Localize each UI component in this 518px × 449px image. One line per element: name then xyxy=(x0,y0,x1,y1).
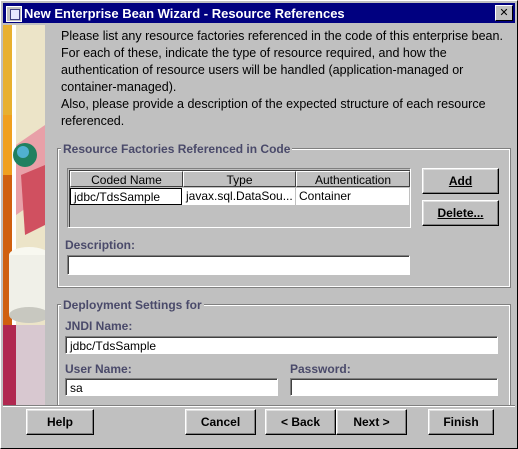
intro-line: Also, please provide a description of th… xyxy=(61,97,486,111)
wizard-window: New Enterprise Bean Wizard - Resource Re… xyxy=(0,0,518,449)
title-bar[interactable]: New Enterprise Bean Wizard - Resource Re… xyxy=(3,3,515,23)
close-icon[interactable]: ✕ xyxy=(495,5,513,21)
column-header-authentication[interactable]: Authentication xyxy=(296,171,410,187)
window-title: New Enterprise Bean Wizard - Resource Re… xyxy=(24,6,345,21)
table-row[interactable]: jdbc/TdsSample javax.sql.DataSou... Cont… xyxy=(70,188,410,205)
jndi-name-label: JNDI Name: xyxy=(65,319,133,333)
delete-button[interactable]: Delete... xyxy=(422,200,499,226)
intro-line: referenced. xyxy=(61,114,125,128)
password-field[interactable] xyxy=(290,378,498,396)
description-label: Description: xyxy=(65,238,136,252)
user-name-field[interactable]: sa xyxy=(65,378,278,396)
window-app-icon[interactable] xyxy=(6,6,22,22)
deployment-settings-title: Deployment Settings for xyxy=(61,298,204,312)
column-header-type[interactable]: Type xyxy=(183,171,296,187)
intro-line: container-managed). xyxy=(61,80,177,94)
cell-authentication[interactable]: Container xyxy=(296,188,410,205)
back-button[interactable]: < Back xyxy=(265,409,336,435)
delete-button-label: Delete... xyxy=(437,206,484,220)
finish-button[interactable]: Finish xyxy=(428,409,494,435)
wizard-banner-image xyxy=(3,25,45,405)
jndi-name-field[interactable]: jdbc/TdsSample xyxy=(65,336,498,354)
intro-line: authentication of resource users will be… xyxy=(61,63,464,77)
user-name-label: User Name: xyxy=(65,362,132,376)
add-button-label: Add xyxy=(448,174,473,188)
intro-line: For each of these, indicate the type of … xyxy=(61,46,447,60)
help-button[interactable]: Help xyxy=(26,409,94,435)
footer-separator xyxy=(3,405,515,407)
cancel-button[interactable]: Cancel xyxy=(185,409,256,435)
column-header-coded-name[interactable]: Coded Name xyxy=(70,171,183,187)
next-button[interactable]: Next > xyxy=(336,409,407,435)
intro-text: Please list any resource factories refer… xyxy=(61,28,511,130)
intro-line: Please list any resource factories refer… xyxy=(61,29,503,43)
resource-table[interactable]: Coded Name Type Authentication jdbc/TdsS… xyxy=(67,168,411,228)
password-label: Password: xyxy=(290,362,351,376)
cell-coded-name[interactable]: jdbc/TdsSample xyxy=(70,188,182,205)
resource-factories-title: Resource Factories Referenced in Code xyxy=(61,142,293,156)
description-field[interactable] xyxy=(67,255,410,275)
cell-type[interactable]: javax.sql.DataSou... xyxy=(183,188,296,205)
add-button[interactable]: Add xyxy=(422,168,499,194)
